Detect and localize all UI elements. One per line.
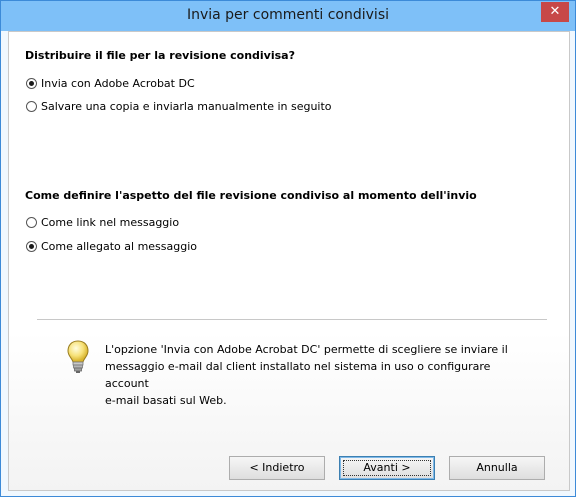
title-bar[interactable]: Invia per commenti condivisi ✕ [1,1,575,31]
radio-button-selected[interactable] [26,77,37,89]
info-line: e-mail basati sul Web. [105,394,227,407]
focus-rect [343,460,431,476]
radio-save-copy[interactable]: Salvare una copia e inviarla manualmente… [26,98,332,114]
close-icon: ✕ [549,4,561,19]
radio-button[interactable] [26,216,37,228]
back-button-label: < Indietro [249,461,305,474]
radio-button-selected[interactable] [26,240,37,252]
cancel-button[interactable]: Annulla [449,456,545,480]
next-button[interactable]: Avanti > [339,456,435,480]
window-title: Invia per commenti condivisi [186,7,390,23]
lightbulb-icon [67,340,89,373]
back-button[interactable]: < Indietro [229,456,325,480]
radio-button[interactable] [26,100,37,112]
radio-label: Come allegato al messaggio [41,239,198,253]
radio-send-acrobat[interactable]: Invia con Adobe Acrobat DC [26,75,195,91]
cancel-button-label: Annulla [476,461,518,474]
close-button[interactable]: ✕ [541,2,569,22]
radio-label: Come link nel messaggio [41,215,180,229]
separator [37,319,547,321]
info-line: messaggio e-mail dal client installato n… [105,360,491,390]
info-message: L'opzione 'Invia con Adobe Acrobat DC' p… [105,341,515,409]
radio-as-link[interactable]: Come link nel messaggio [26,214,179,230]
radio-label: Salvare una copia e inviarla manualmente… [41,99,332,113]
distribution-heading: Distribuire il file per la revisione con… [25,49,295,62]
dialog-content: Distribuire il file per la revisione con… [8,31,570,491]
radio-as-attachment[interactable]: Come allegato al messaggio [26,238,197,254]
radio-label: Invia con Adobe Acrobat DC [41,76,195,90]
dialog-window: Invia per commenti condivisi ✕ Distribui… [0,0,576,497]
appearance-heading: Come definire l'aspetto del file revisio… [25,189,477,202]
info-line: L'opzione 'Invia con Adobe Acrobat DC' p… [105,343,508,356]
